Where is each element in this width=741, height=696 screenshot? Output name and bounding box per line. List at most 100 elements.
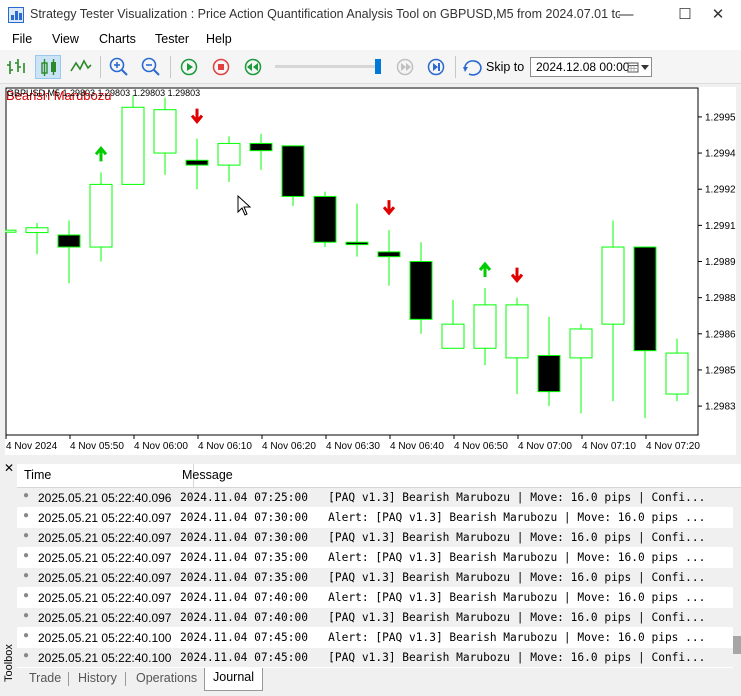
zoom-out-icon[interactable]	[138, 55, 164, 79]
row-bullet-icon: ●	[23, 630, 30, 641]
price-label: 1.29910	[705, 221, 736, 232]
column-header-time[interactable]: Time	[24, 468, 51, 482]
toolbox-label: Toolbox	[3, 644, 15, 682]
menu-bar: File View Charts Tester Help	[0, 30, 741, 50]
speed-slider-thumb[interactable]	[375, 59, 381, 74]
candle-body	[537, 354, 561, 393]
close-panel-icon[interactable]: ✕	[4, 461, 14, 475]
row-message: 2024.11.04 07:45:00 Alert: [PAQ v1.3] Be…	[180, 631, 706, 644]
journal-row[interactable]: ● 2025.05.21 05:22:40.096 2024.11.04 07:25…	[17, 488, 733, 508]
tab-separator	[125, 672, 126, 686]
journal-row[interactable]: ● 2025.05.21 05:22:40.097 2024.11.04 07:30…	[17, 528, 733, 548]
journal-row[interactable]: ● 2025.05.21 05:22:40.097 2024.11.04 07:40…	[17, 608, 733, 628]
zoom-in-icon[interactable]	[106, 55, 132, 79]
candlestick-icon[interactable]	[35, 55, 61, 79]
row-message: 2024.11.04 07:45:00 [PAQ v1.3] Bearish M…	[180, 651, 706, 664]
candle-body	[25, 227, 49, 234]
row-time: 2025.05.21 05:22:40.100	[38, 631, 172, 645]
candle-body	[441, 323, 465, 349]
candle-body	[57, 234, 81, 248]
row-bullet-icon: ●	[23, 610, 30, 621]
minimize-button[interactable]: —	[603, 0, 649, 30]
menu-view[interactable]: View	[52, 32, 79, 46]
window-title: Strategy Tester Visualization : Price Ac…	[30, 7, 620, 21]
skip-to-end-icon[interactable]	[423, 55, 449, 79]
chevron-down-icon[interactable]	[641, 65, 649, 71]
skip-to-date-input[interactable]: 2024.12.08 00:00	[530, 57, 652, 77]
candle	[313, 191, 337, 248]
journal-header: Time Message	[17, 464, 741, 488]
journal-row[interactable]: ● 2025.05.21 05:22:40.097 2024.11.04 07:30…	[17, 508, 733, 528]
skip-to-icon[interactable]	[460, 55, 486, 79]
column-header-message[interactable]: Message	[182, 468, 233, 482]
candle-body	[121, 106, 145, 185]
price-label: 1.29880	[705, 293, 736, 304]
bar-chart-icon[interactable]	[4, 55, 30, 79]
row-time: 2025.05.21 05:22:40.097	[38, 571, 172, 585]
candle-body	[249, 142, 273, 152]
candle-body	[217, 142, 241, 166]
toolbox-tabs: Trade History Operations Journal	[17, 668, 741, 696]
rewind-icon[interactable]	[240, 55, 266, 79]
speed-slider-track[interactable]	[275, 65, 381, 68]
toolbar-separator	[455, 56, 456, 78]
journal-row[interactable]: ● 2025.05.21 05:22:40.100 2024.11.04 07:45…	[17, 648, 733, 668]
menu-help[interactable]: Help	[206, 32, 232, 46]
price-label: 1.29865	[705, 329, 736, 340]
calendar-icon[interactable]	[627, 61, 639, 73]
candle-body	[0, 229, 17, 233]
menu-charts[interactable]: Charts	[99, 32, 136, 46]
time-label: 4 Nov 06:50	[454, 441, 508, 452]
time-label: 4 Nov 05:50	[70, 441, 124, 452]
candlestick-chart[interactable]: 1.29955 1.29940 1.29925 1.29910 1.29895 1.298…	[0, 87, 741, 455]
line-chart-icon[interactable]	[68, 55, 94, 79]
menu-file[interactable]: File	[12, 32, 32, 46]
candle-body	[633, 246, 657, 352]
row-bullet-icon: ●	[23, 550, 30, 561]
toolbar-separator	[100, 56, 101, 78]
candle	[121, 95, 145, 185]
tab-trade[interactable]: Trade	[29, 671, 61, 685]
candle-body	[665, 352, 689, 395]
journal-row[interactable]: ● 2025.05.21 05:22:40.097 2024.11.04 07:35…	[17, 548, 733, 568]
row-time: 2025.05.21 05:22:40.097	[38, 611, 172, 625]
price-label: 1.29925	[705, 185, 736, 196]
row-bullet-icon: ●	[23, 510, 30, 521]
menu-tester[interactable]: Tester	[155, 32, 189, 46]
row-bullet-icon: ●	[23, 650, 30, 661]
row-message: 2024.11.04 07:40:00 [PAQ v1.3] Bearish M…	[180, 611, 706, 624]
journal-row[interactable]: ● 2025.05.21 05:22:40.097 2024.11.04 07:40…	[17, 588, 733, 608]
symbol-info: GBPUSD,M5 1.29803 1.29803 1.29803 1.2980…	[7, 88, 201, 98]
toolbar-separator	[170, 56, 171, 78]
row-message: 2024.11.04 07:30:00 Alert: [PAQ v1.3] Be…	[180, 511, 706, 524]
title-bar: Strategy Tester Visualization : Price Ac…	[0, 0, 741, 30]
candle-body	[313, 195, 337, 243]
close-window-button[interactable]: ✕	[695, 0, 741, 30]
tab-journal[interactable]: Journal	[204, 668, 263, 691]
journal-list: ● 2025.05.21 05:22:40.096 2024.11.04 07:25…	[17, 488, 733, 668]
time-label: 4 Nov 06:40	[390, 441, 444, 452]
row-message: 2024.11.04 07:30:00 [PAQ v1.3] Bearish M…	[180, 531, 706, 544]
row-message: 2024.11.04 07:35:00 [PAQ v1.3] Bearish M…	[180, 571, 706, 584]
row-time: 2025.05.21 05:22:40.097	[38, 531, 172, 545]
row-bullet-icon: ●	[23, 590, 30, 601]
candle-body	[89, 183, 113, 248]
tab-history[interactable]: History	[78, 671, 117, 685]
candle-body	[345, 241, 369, 246]
play-icon[interactable]	[176, 55, 202, 79]
journal-row[interactable]: ● 2025.05.21 05:22:40.097 2024.11.04 07:35…	[17, 568, 733, 588]
price-chart[interactable]: 1.29955 1.29940 1.29925 1.29910 1.29895 1.298…	[0, 87, 741, 455]
row-message: 2024.11.04 07:35:00 Alert: [PAQ v1.3] Be…	[180, 551, 706, 564]
row-time: 2025.05.21 05:22:40.096	[38, 491, 172, 505]
journal-scrollbar-thumb[interactable]	[733, 636, 741, 654]
time-label: 4 Nov 07:20	[646, 441, 700, 452]
tab-operations[interactable]: Operations	[136, 671, 197, 685]
time-label: 4 Nov 06:00	[134, 441, 188, 452]
price-label: 1.29940	[705, 149, 736, 160]
journal-row[interactable]: ● 2025.05.21 05:22:40.100 2024.11.04 07:45…	[17, 628, 733, 648]
stop-icon[interactable]	[208, 55, 234, 79]
candle-body	[473, 304, 497, 349]
row-bullet-icon: ●	[23, 570, 30, 581]
candle-body	[185, 159, 209, 166]
candle-body	[409, 261, 433, 320]
